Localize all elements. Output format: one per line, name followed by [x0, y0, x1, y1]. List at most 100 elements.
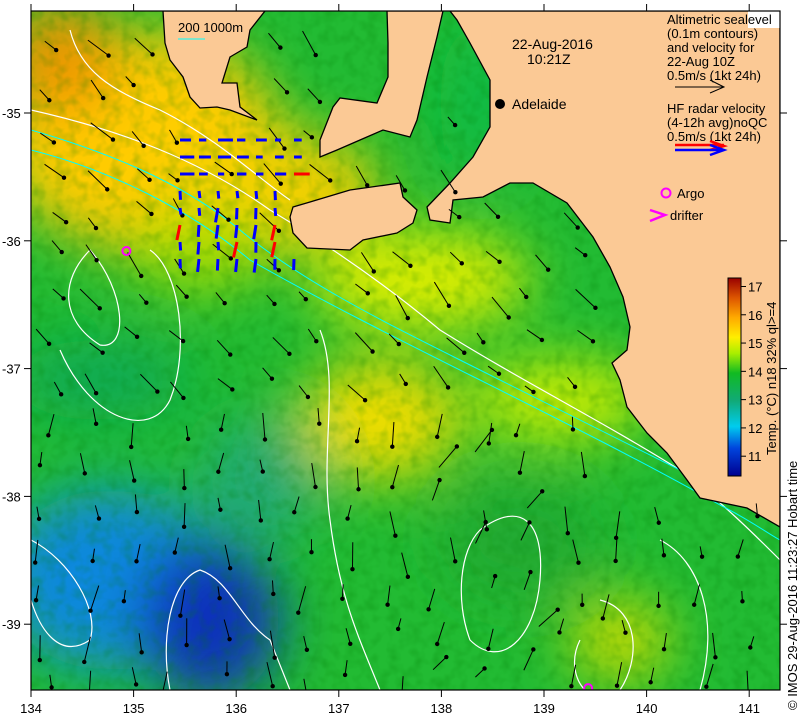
velocity-arrowhead	[309, 549, 314, 555]
velocity-arrowhead	[181, 524, 187, 530]
velocity-arrowhead	[484, 527, 490, 532]
velocity-arrowhead	[184, 642, 189, 648]
velocity-arrowhead	[345, 516, 350, 521]
velocity-arrowhead	[572, 384, 578, 390]
velocity-arrowhead	[426, 607, 431, 612]
velocity-arrowhead	[63, 219, 69, 225]
velocity-arrowhead	[342, 672, 348, 678]
velocity-arrowhead	[453, 559, 458, 564]
hf-radar-arrow	[178, 207, 183, 215]
velocity-arrowhead	[267, 557, 272, 562]
velocity-arrowhead	[262, 437, 268, 442]
velocity-arrowhead	[96, 516, 102, 521]
map-area: Adelaide 22-Aug-2016 10:21Z 200 1000m Al…	[31, 11, 780, 699]
legend-hf-line2: (4-12h avg)noQC	[667, 115, 767, 130]
velocity-arrowhead	[37, 462, 43, 468]
colorbar-tick-label: 17	[748, 279, 762, 294]
velocity-arrowhead	[313, 52, 318, 58]
velocity-arrowhead	[309, 135, 315, 140]
hf-radar-arrow	[273, 207, 278, 217]
hf-radar-arrow	[197, 190, 202, 199]
velocity-arrowhead	[271, 591, 276, 597]
velocity-arrowhead	[481, 340, 486, 345]
velocity-arrowhead	[434, 641, 440, 647]
lon-tick-label: 141	[738, 701, 760, 716]
velocity-arrowhead	[87, 695, 91, 699]
velocity-arrowhead	[276, 268, 282, 273]
velocity-arrowhead	[272, 655, 277, 660]
velocity-arrowhead	[218, 507, 223, 512]
velocity-arrowhead	[405, 574, 411, 580]
velocity-arrowhead	[230, 387, 235, 392]
velocity-arrowhead	[403, 381, 408, 387]
legend-alt-line5: 0.5m/s (1kt 24h)	[667, 68, 761, 83]
velocity-arrowhead	[365, 291, 370, 296]
velocity-arrowhead	[539, 337, 545, 343]
velocity-arrowhead	[524, 294, 529, 300]
velocity-arrowhead	[172, 550, 178, 555]
lat-tick-label: -37	[2, 362, 21, 377]
velocity-arrowhead	[110, 137, 116, 142]
velocity-arrowhead	[134, 334, 140, 340]
velocity-arrowhead	[216, 469, 221, 474]
hf-radar-arrow	[178, 241, 183, 251]
velocity-arrowhead	[296, 610, 301, 615]
velocity-arrowhead	[328, 178, 333, 183]
velocity-arrowhead	[457, 214, 462, 220]
velocity-arrowhead	[174, 140, 180, 145]
velocity-arrowhead	[49, 685, 54, 690]
velocity-arrowhead	[371, 269, 376, 274]
velocity-arrowhead	[555, 607, 560, 612]
velocity-arrowhead	[583, 253, 588, 258]
legend-hf-line1: HF radar velocity	[667, 101, 766, 116]
velocity-arrowhead	[58, 392, 64, 397]
velocity-arrowhead	[139, 273, 144, 279]
velocity-arrowhead	[93, 391, 99, 396]
time-label: 10:21Z	[527, 51, 571, 67]
velocity-arrowhead	[704, 684, 709, 689]
velocity-arrowhead	[437, 477, 442, 483]
velocity-arrowhead	[184, 294, 189, 299]
velocity-arrowhead	[229, 171, 234, 177]
velocity-arrowhead	[593, 305, 598, 311]
velocity-arrowhead	[305, 394, 311, 400]
velocity-arrowhead	[304, 692, 308, 696]
velocity-arrowhead	[453, 190, 458, 195]
velocity-arrowhead	[33, 560, 38, 565]
velocity-arrowhead	[144, 300, 149, 305]
velocity-arrowhead	[46, 341, 52, 347]
velocity-arrowhead	[131, 478, 137, 483]
velocity-arrowhead	[390, 484, 395, 490]
velocity-arrowhead	[222, 300, 227, 306]
velocity-arrowhead	[276, 228, 282, 234]
velocity-arrowhead	[340, 596, 345, 602]
velocity-arrowhead	[613, 535, 619, 541]
velocity-arrowhead	[131, 82, 136, 88]
velocity-arrowhead	[390, 444, 395, 449]
velocity-arrowhead	[385, 602, 390, 607]
velocity-arrowhead	[46, 433, 51, 438]
velocity-arrowhead	[106, 53, 111, 58]
lon-tick-label: 134	[20, 701, 42, 716]
velocity-arrowhead	[284, 90, 290, 95]
velocity-arrowhead	[51, 140, 57, 145]
legend-alt-line1: Altimetric sealevel	[667, 12, 772, 27]
velocity-arrowhead	[313, 484, 318, 490]
velocity-arrowhead	[182, 485, 187, 491]
velocity-arrowhead	[159, 695, 163, 699]
velocity-arrowhead	[292, 510, 297, 515]
velocity-arrowhead	[129, 444, 134, 450]
velocity-arrowhead	[178, 613, 183, 618]
legend-argo-label: Argo	[677, 186, 704, 201]
velocity-arrowhead	[33, 598, 39, 603]
velocity-arrowhead	[228, 352, 233, 357]
velocity-arrowhead	[528, 569, 533, 575]
velocity-arrowhead	[531, 647, 536, 652]
velocity-arrowhead	[517, 470, 523, 475]
velocity-arrowhead	[272, 301, 277, 307]
velocity-arrowhead	[303, 296, 309, 302]
velocity-arrowhead	[569, 684, 574, 689]
velocity-arrowhead	[90, 558, 95, 564]
velocity-arrowhead	[133, 682, 139, 687]
velocity-arrowhead	[575, 225, 580, 230]
